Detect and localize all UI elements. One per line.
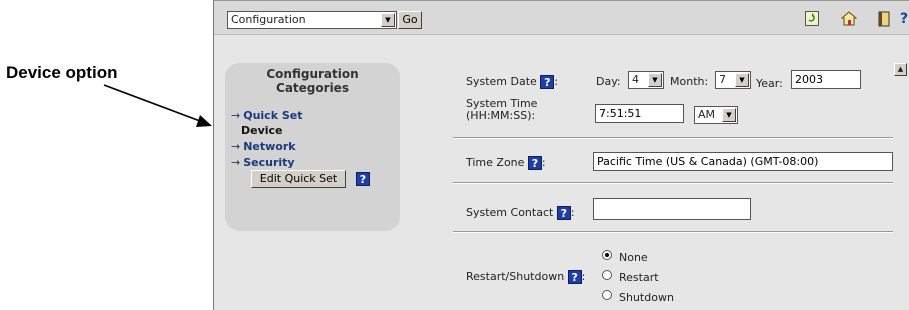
configuration-categories-panel: Configuration Categories → Quick Set Devi… (225, 63, 400, 231)
help-icon[interactable]: ? (540, 75, 555, 89)
radio-none-label: None (619, 251, 648, 264)
app-frame: Configuration ▼ Go ? Configuration Categ… (213, 0, 909, 310)
radio-shutdown-label: Shutdown (619, 291, 674, 304)
page-select-value: Configuration (231, 13, 306, 26)
radio-restart-label: Restart (619, 271, 659, 284)
arrow-right-icon: → (231, 156, 241, 169)
go-button[interactable]: Go (398, 11, 422, 29)
arrow-right-icon: → (231, 140, 241, 153)
month-label: Month: (670, 75, 709, 88)
time-field[interactable]: 7:51:51 (595, 104, 684, 123)
divider (453, 231, 893, 233)
ampm-select[interactable]: AM ▼ (694, 106, 738, 124)
time-zone-field[interactable]: Pacific Time (US & Canada) (GMT-08:00) (593, 152, 893, 171)
help-icon[interactable]: ? (896, 11, 909, 27)
restart-shutdown-label: Restart/Shutdown ?: (466, 270, 586, 284)
help-icon[interactable]: ? (556, 206, 571, 220)
help-icon[interactable]: ? (567, 270, 582, 284)
scroll-up-icon[interactable]: ▲ (894, 63, 907, 76)
chevron-down-icon[interactable]: ▼ (648, 73, 662, 87)
system-contact-field[interactable] (593, 198, 751, 220)
divider (453, 182, 893, 184)
chevron-down-icon[interactable]: ▼ (722, 108, 736, 122)
sidebar-item-security[interactable]: → Security (231, 156, 295, 169)
panel-heading: Configuration Categories (266, 67, 359, 95)
year-label: Year: (756, 77, 783, 90)
refresh-icon[interactable] (804, 11, 820, 27)
chevron-down-icon[interactable]: ▼ (381, 13, 395, 27)
sidebar-item-quick-set[interactable]: → Quick Set (231, 109, 302, 122)
radio-restart[interactable] (602, 270, 612, 280)
day-select[interactable]: 4 ▼ (628, 71, 664, 89)
page-select[interactable]: Configuration ▼ (227, 11, 397, 29)
help-icon[interactable]: ? (527, 156, 542, 170)
help-icon[interactable]: ? (356, 172, 370, 186)
radio-shutdown[interactable] (602, 290, 612, 300)
radio-none[interactable] (602, 250, 612, 260)
divider (453, 137, 893, 139)
month-select[interactable]: 7 ▼ (715, 71, 751, 89)
home-icon[interactable] (840, 11, 858, 27)
callout-arrow (103, 84, 212, 127)
time-zone-label: Time Zone ?: (466, 156, 546, 170)
arrow-right-icon: → (231, 109, 241, 122)
sidebar-item-device: Device (241, 124, 283, 137)
chevron-down-icon[interactable]: ▼ (735, 73, 749, 87)
edit-quick-set-button[interactable]: Edit Quick Set (251, 170, 346, 188)
book-icon[interactable] (876, 11, 892, 27)
day-label: Day: (596, 75, 621, 88)
system-date-label: System Date ?: (466, 75, 559, 89)
system-contact-label: System Contact ?: (466, 206, 575, 220)
sidebar-item-network[interactable]: → Network (231, 140, 296, 153)
system-time-label: System Time (HH:MM:SS): (466, 97, 538, 122)
toolbar: Configuration ▼ Go ? (214, 1, 909, 35)
year-field[interactable]: 2003 (791, 70, 861, 89)
